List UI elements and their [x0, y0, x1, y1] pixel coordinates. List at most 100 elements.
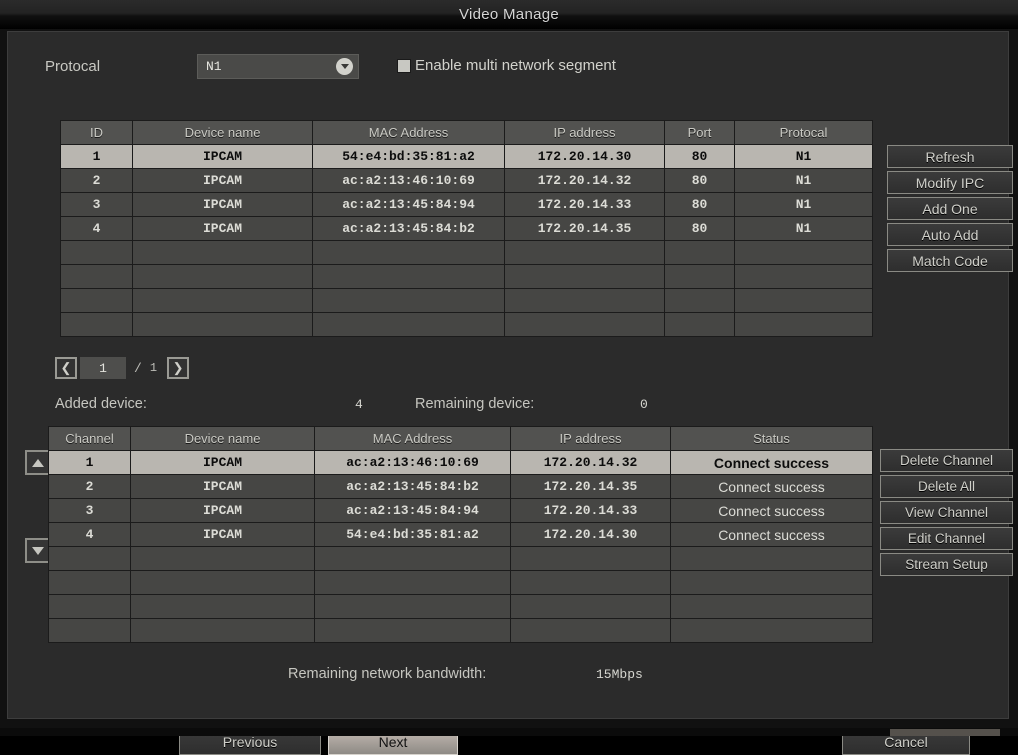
- table-row[interactable]: 4 IPCAM 54:e4:bd:35:81:a2 172.20.14.30 Conne…: [48, 522, 873, 547]
- table-cell: [312, 264, 505, 289]
- table-cell: Connect success: [670, 522, 873, 547]
- table-cell: [48, 618, 131, 643]
- triangle-up-icon[interactable]: [25, 450, 50, 475]
- table-cell: 80: [664, 192, 735, 217]
- table-row[interactable]: 1 IPCAM 54:e4:bd:35:81:a2 172.20.14.30 80 N1: [60, 144, 873, 169]
- column-header: Device name: [132, 120, 313, 145]
- table-cell: [132, 312, 313, 337]
- table-cell: [312, 240, 505, 265]
- bottom-edge-nub: [890, 729, 1000, 736]
- table-cell: [132, 288, 313, 313]
- table-cell: [734, 288, 873, 313]
- page-number-input[interactable]: 1: [80, 357, 126, 379]
- table-row[interactable]: [60, 312, 873, 337]
- column-header: Channel: [48, 426, 131, 451]
- discovered-devices-table: ID Device name MAC Address IP address Port Pr…: [60, 120, 873, 337]
- table-row[interactable]: 2 IPCAM ac:a2:13:46:10:69 172.20.14.32 80 N1: [60, 168, 873, 193]
- add-one-button[interactable]: Add One: [887, 197, 1013, 220]
- protocol-select[interactable]: N1: [197, 54, 359, 79]
- table-header-row: ID Device name MAC Address IP address Port Pr…: [60, 120, 873, 145]
- column-header: Protocal: [734, 120, 873, 145]
- table-row[interactable]: 3 IPCAM ac:a2:13:45:84:94 172.20.14.33 Conne…: [48, 498, 873, 523]
- added-device-value: 4: [355, 397, 363, 412]
- refresh-button[interactable]: Refresh: [887, 145, 1013, 168]
- table-cell: IPCAM: [132, 144, 313, 169]
- window-title: Video Manage: [458, 6, 560, 23]
- view-channel-button[interactable]: View Channel: [880, 501, 1013, 524]
- table-cell: [314, 594, 511, 619]
- table-cell: 3: [60, 192, 133, 217]
- table-cell: IPCAM: [130, 522, 315, 547]
- added-channels-actions: Delete Channel Delete All View Channel Edit…: [880, 449, 1013, 579]
- table-row[interactable]: [48, 594, 873, 619]
- table-cell: 172.20.14.33: [504, 192, 665, 217]
- table-cell: ac:a2:13:45:84:b2: [312, 216, 505, 241]
- table-row[interactable]: 4 IPCAM ac:a2:13:45:84:b2 172.20.14.35 80 N1: [60, 216, 873, 241]
- table-cell: N1: [734, 144, 873, 169]
- table-cell: 172.20.14.33: [510, 498, 671, 523]
- auto-add-button[interactable]: Auto Add: [887, 223, 1013, 246]
- table-row[interactable]: [48, 618, 873, 643]
- table-cell: ac:a2:13:45:84:94: [312, 192, 505, 217]
- table-cell: [132, 240, 313, 265]
- table-cell: 1: [48, 450, 131, 475]
- table-cell: 54:e4:bd:35:81:a2: [314, 522, 511, 547]
- delete-channel-button[interactable]: Delete Channel: [880, 449, 1013, 472]
- table-cell: N1: [734, 216, 873, 241]
- table-cell: [312, 288, 505, 313]
- checkbox-box-icon: [397, 58, 411, 73]
- table-cell: [48, 594, 131, 619]
- table-cell: Connect success: [670, 498, 873, 523]
- table-cell: ac:a2:13:46:10:69: [312, 168, 505, 193]
- table-row[interactable]: 1 IPCAM ac:a2:13:46:10:69 172.20.14.32 Conne…: [48, 450, 873, 475]
- protocol-select-value: N1: [206, 59, 222, 74]
- table-cell: [48, 546, 131, 571]
- triangle-down-icon[interactable]: [25, 538, 50, 563]
- table-cell: N1: [734, 168, 873, 193]
- column-header: Device name: [130, 426, 315, 451]
- table-cell: [48, 570, 131, 595]
- match-code-button[interactable]: Match Code: [887, 249, 1013, 272]
- enable-multi-network-segment-checkbox[interactable]: Enable multi network segment: [397, 57, 616, 74]
- table-row[interactable]: [60, 264, 873, 289]
- table-cell: IPCAM: [132, 216, 313, 241]
- table-row[interactable]: [60, 240, 873, 265]
- column-header: IP address: [504, 120, 665, 145]
- table-cell: N1: [734, 192, 873, 217]
- table-cell: [664, 288, 735, 313]
- modify-ipc-button[interactable]: Modify IPC: [887, 171, 1013, 194]
- discovered-devices-actions: Refresh Modify IPC Add One Auto Add Match Co…: [887, 145, 1013, 275]
- column-header: Status: [670, 426, 873, 451]
- table-cell: 172.20.14.30: [504, 144, 665, 169]
- edit-channel-button[interactable]: Edit Channel: [880, 527, 1013, 550]
- table-cell: 172.20.14.32: [504, 168, 665, 193]
- stream-setup-button[interactable]: Stream Setup: [880, 553, 1013, 576]
- table-cell: 172.20.14.32: [510, 450, 671, 475]
- table-cell: [60, 288, 133, 313]
- table-cell: [670, 618, 873, 643]
- table-row[interactable]: [60, 288, 873, 313]
- table-row[interactable]: 3 IPCAM ac:a2:13:45:84:94 172.20.14.33 80 N1: [60, 192, 873, 217]
- table-cell: [314, 546, 511, 571]
- delete-all-button[interactable]: Delete All: [880, 475, 1013, 498]
- table-cell: [664, 240, 735, 265]
- remaining-bandwidth-value: 15Mbps: [596, 667, 643, 682]
- table-cell: Connect success: [670, 450, 873, 475]
- table-cell: [734, 312, 873, 337]
- table-cell: IPCAM: [132, 192, 313, 217]
- chevron-down-icon[interactable]: [336, 58, 353, 75]
- column-header: MAC Address: [314, 426, 511, 451]
- table-cell: [734, 264, 873, 289]
- table-cell: 172.20.14.30: [510, 522, 671, 547]
- table-row[interactable]: [48, 546, 873, 571]
- table-cell: [130, 546, 315, 571]
- chevron-left-icon[interactable]: ❮: [55, 357, 77, 379]
- table-row[interactable]: 2 IPCAM ac:a2:13:45:84:b2 172.20.14.35 Conne…: [48, 474, 873, 499]
- table-cell: 2: [48, 474, 131, 499]
- table-cell: [504, 240, 665, 265]
- table-cell: [734, 240, 873, 265]
- chevron-right-icon[interactable]: ❯: [167, 357, 190, 379]
- table-row[interactable]: [48, 570, 873, 595]
- table-cell: [504, 288, 665, 313]
- column-header: ID: [60, 120, 133, 145]
